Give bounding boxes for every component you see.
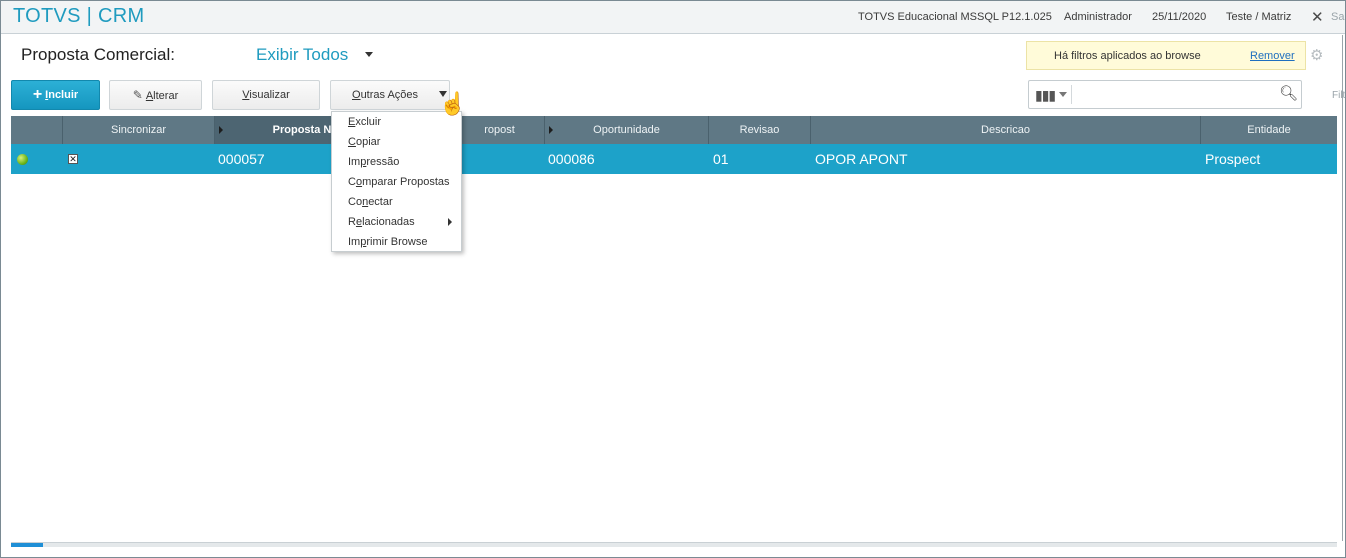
menu-item-impressao[interactable]: Impressão bbox=[348, 156, 399, 168]
sort-arrow-icon bbox=[549, 126, 553, 134]
column-header-oportunidade[interactable]: Oportunidade bbox=[545, 116, 709, 144]
cell-revisao: 01 bbox=[713, 151, 729, 167]
filter-notice: Há filtros aplicados ao browse Remover bbox=[1026, 41, 1306, 70]
status-green-icon bbox=[17, 154, 28, 165]
hand-cursor-icon: ☝ bbox=[439, 91, 467, 116]
columns-icon[interactable]: ▮▮▮ bbox=[1035, 87, 1056, 104]
column-header-revisao[interactable]: Revisao bbox=[709, 116, 811, 144]
horizontal-scrollbar[interactable] bbox=[11, 542, 1337, 547]
cell-entidade: Prospect bbox=[1205, 151, 1261, 167]
chevron-down-icon[interactable] bbox=[1059, 92, 1067, 97]
alterar-button[interactable]: ✎ Alterar bbox=[109, 80, 202, 110]
title-bar: TOTVS | CRM TOTVS Educacional MSSQL P12.… bbox=[1, 1, 1345, 34]
menu-item-copiar[interactable]: Copiar bbox=[348, 136, 380, 148]
app-window: TOTVS | CRM TOTVS Educacional MSSQL P12.… bbox=[0, 0, 1346, 558]
menu-item-imprimir-browse[interactable]: Imprimir Browse bbox=[348, 236, 427, 248]
exit-label[interactable]: Sa bbox=[1331, 11, 1344, 23]
search-icon[interactable]: 🔍︎ bbox=[1279, 84, 1298, 102]
visualizar-button[interactable]: Visualizar bbox=[212, 80, 320, 110]
app-title: TOTVS | CRM bbox=[13, 5, 145, 27]
search-box[interactable]: ▮▮▮ 🔍︎ bbox=[1028, 80, 1302, 109]
close-icon[interactable]: ✕ bbox=[1311, 8, 1324, 26]
cell-oportunidade: 000086 bbox=[548, 151, 595, 167]
filter-notice-text: Há filtros aplicados ao browse bbox=[1054, 50, 1201, 62]
vertical-scrollbar[interactable] bbox=[1342, 35, 1343, 541]
menu-item-conectar[interactable]: Conectar bbox=[348, 196, 393, 208]
divider bbox=[1071, 85, 1072, 104]
submenu-arrow-icon bbox=[448, 218, 452, 226]
view-select[interactable]: Exibir Todos bbox=[256, 45, 348, 65]
table-row[interactable]: ✕ 000057 000086 01 OPOR APONT Prospect bbox=[11, 144, 1337, 174]
sync-checkbox-icon[interactable]: ✕ bbox=[68, 154, 78, 164]
grid-header: Sincronizar Proposta N ropost Oportunida… bbox=[11, 116, 1337, 144]
cell-proposta: 000057 bbox=[218, 151, 265, 167]
menu-item-comparar-propostas[interactable]: Comparar Propostas bbox=[348, 176, 450, 188]
status-column-header[interactable] bbox=[11, 116, 63, 144]
outras-acoes-button[interactable]: Outras Ações bbox=[330, 80, 450, 110]
pencil-icon: ✎ bbox=[132, 88, 143, 102]
menu-item-relacionadas[interactable]: Relacionadas bbox=[348, 216, 415, 228]
scrollbar-thumb[interactable] bbox=[11, 543, 43, 547]
page-title: Proposta Comercial: bbox=[21, 45, 176, 64]
filter-side-label: Filt bbox=[1332, 90, 1346, 101]
plus-icon: + bbox=[32, 86, 43, 103]
menu-item-excluir[interactable]: Excluir bbox=[348, 116, 381, 128]
column-header-descricao[interactable]: Descricao bbox=[811, 116, 1201, 144]
column-header-entidade[interactable]: Entidade bbox=[1201, 116, 1337, 144]
gear-icon[interactable]: ⚙ bbox=[1310, 46, 1323, 64]
cell-descricao: OPOR APONT bbox=[815, 151, 908, 167]
outras-acoes-menu: Excluir Copiar Impressão Comparar Propos… bbox=[331, 111, 462, 252]
environment-label: TOTVS Educacional MSSQL P12.1.025 bbox=[858, 11, 1052, 23]
incluir-button[interactable]: + Incluir bbox=[11, 80, 100, 110]
remove-filter-link[interactable]: Remover bbox=[1250, 50, 1295, 62]
sort-arrow-icon bbox=[219, 126, 223, 134]
chevron-down-icon[interactable] bbox=[365, 52, 373, 57]
user-label: Administrador bbox=[1064, 11, 1132, 23]
date-label: 25/11/2020 bbox=[1152, 11, 1207, 23]
column-header-proposta[interactable]: Proposta N bbox=[215, 116, 335, 144]
branch-label[interactable]: Teste / Matriz bbox=[1226, 11, 1291, 23]
column-header-sincronizar[interactable]: Sincronizar bbox=[63, 116, 215, 144]
